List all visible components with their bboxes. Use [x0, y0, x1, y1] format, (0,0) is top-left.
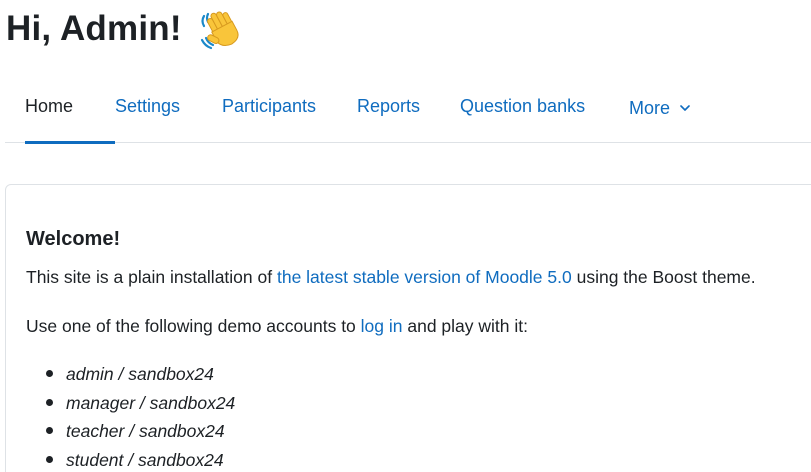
intro-text-after: using the Boost theme. [571, 267, 756, 287]
list-item: admin / sandbox24 [26, 362, 235, 391]
chevron-down-icon [680, 70, 690, 142]
page: Hi, Admin! Home Settings Participants Re… [0, 0, 811, 472]
tab-reports[interactable]: Reports [357, 70, 420, 142]
tab-participants-label: Participants [222, 96, 317, 116]
tab-settings-label: Settings [115, 96, 181, 116]
account-admin: admin / sandbox24 [66, 364, 214, 384]
welcome-heading: Welcome! [26, 228, 121, 250]
account-student: student / sandbox24 [66, 449, 224, 470]
tab-more-label: More [629, 98, 671, 118]
secondary-navigation: Home Settings Participants Reports Quest… [5, 70, 811, 144]
moodle-version-link[interactable]: the latest stable version of Moodle 5.0 [277, 267, 572, 287]
greeting-text: Hi, Admin! [6, 9, 182, 48]
tab-question-banks[interactable]: Question banks [460, 70, 585, 142]
demo-accounts-list: admin / sandbox24 manager / sandbox24 te… [26, 362, 235, 472]
tab-participants[interactable]: Participants [222, 70, 316, 142]
list-item: student / sandbox24 [26, 448, 235, 472]
waving-hand-icon [198, 8, 240, 50]
tab-more[interactable]: More [629, 70, 690, 142]
intro-paragraph: This site is a plain installation of the… [26, 265, 756, 289]
list-item: teacher / sandbox24 [26, 419, 235, 448]
tab-home-label: Home [25, 96, 74, 116]
bullet-icon [46, 398, 53, 406]
bullet-icon [46, 370, 53, 377]
login-link[interactable]: log in [361, 316, 403, 336]
tab-settings[interactable]: Settings [115, 70, 180, 142]
page-title: Hi, Admin! [6, 6, 240, 52]
accounts-text-after: and play with it: [402, 316, 528, 336]
tab-question-banks-label: Question banks [460, 96, 586, 116]
account-manager: manager / sandbox24 [66, 392, 236, 413]
intro-text-before: This site is a plain installation of [26, 267, 277, 287]
list-item: manager / sandbox24 [26, 391, 235, 420]
accounts-text-before: Use one of the following demo accounts t… [26, 316, 361, 336]
accounts-paragraph: Use one of the following demo accounts t… [26, 314, 528, 338]
bullet-icon [46, 427, 53, 434]
bullet-icon [46, 455, 53, 463]
tab-home[interactable]: Home [25, 70, 116, 144]
account-teacher: teacher / sandbox24 [66, 421, 225, 441]
tab-reports-label: Reports [357, 96, 421, 116]
